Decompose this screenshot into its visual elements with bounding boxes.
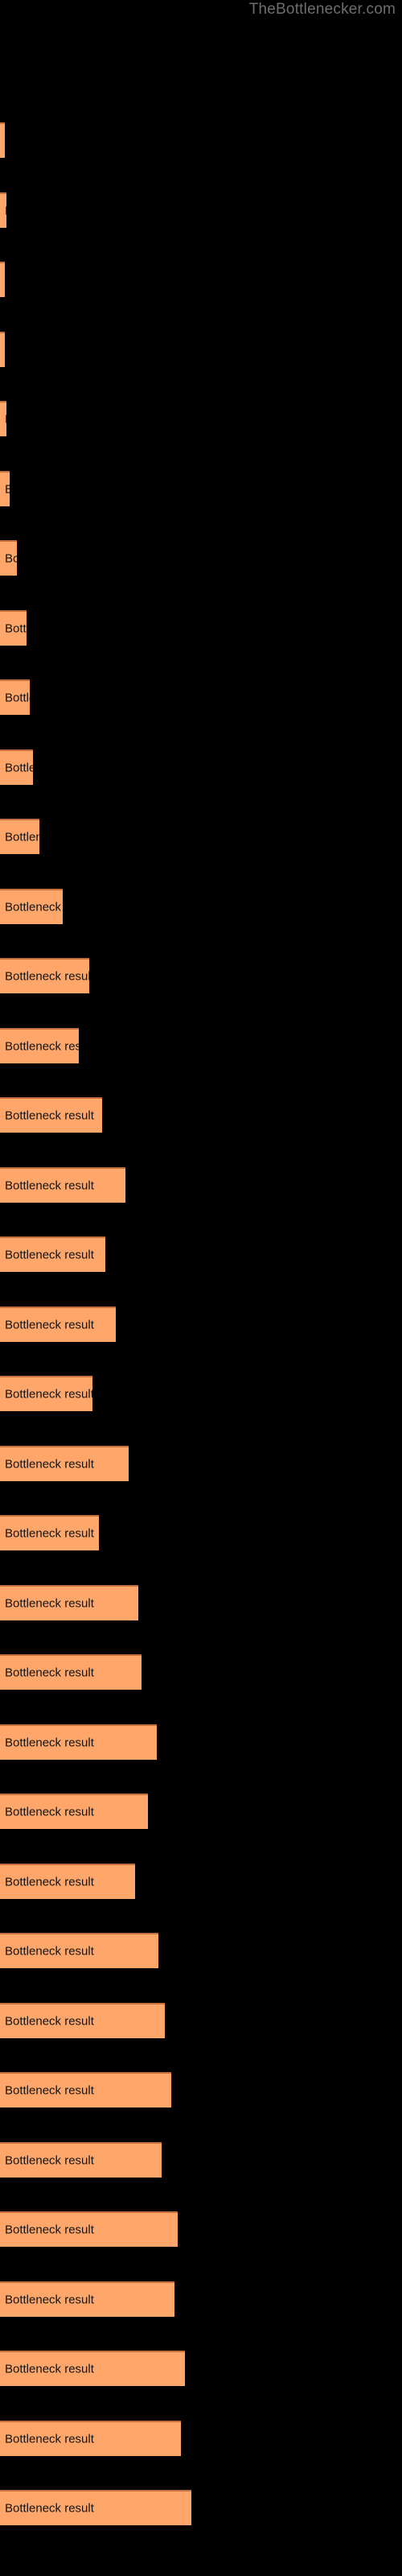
bar-label: Bottleneck result xyxy=(5,691,30,705)
bar-label: Bottleneck result xyxy=(5,1526,94,1541)
bar[interactable]: Bottleneck result xyxy=(0,2072,171,2107)
bar[interactable]: Bottleneck result xyxy=(0,1376,92,1411)
bar-label: Bottleneck result xyxy=(5,1596,94,1610)
bar-label: Bottleneck result xyxy=(5,1318,94,1331)
bar-label: Bottleneck result xyxy=(5,2293,94,2306)
bar[interactable]: Bottleneck result xyxy=(0,122,5,158)
bar-label: Bottleneck result xyxy=(5,482,10,496)
bar[interactable]: Bottleneck result xyxy=(0,470,10,506)
bar-label: Bottleneck result xyxy=(5,900,63,914)
bar[interactable]: Bottleneck result xyxy=(0,2211,178,2247)
bar-label: Bottleneck result xyxy=(5,1666,94,1680)
bar-label: Bottleneck result xyxy=(5,2501,94,2516)
bar[interactable]: Bottleneck result xyxy=(0,958,89,993)
bar-label: Bottleneck result xyxy=(5,2153,94,2167)
bar[interactable]: Bottleneck result xyxy=(0,2351,185,2386)
bar[interactable]: Bottleneck result xyxy=(0,1724,157,1760)
bar-label: Bottleneck result xyxy=(5,551,17,566)
bar[interactable]: Bottleneck result xyxy=(0,2281,174,2317)
bar-label: Bottleneck result xyxy=(5,204,6,217)
bar[interactable]: Bottleneck result xyxy=(0,609,27,646)
bar-label: Bottleneck result xyxy=(5,2083,94,2098)
bar-label: Bottleneck result xyxy=(5,413,6,427)
bar[interactable]: Bottleneck result xyxy=(0,679,30,715)
bar[interactable]: Bottleneck result xyxy=(0,1933,158,1968)
bar[interactable]: Bottleneck result xyxy=(0,1097,102,1133)
bar-label: Bottleneck result xyxy=(5,621,27,635)
bar[interactable]: Bottleneck result xyxy=(0,749,33,785)
bar[interactable]: Bottleneck result xyxy=(0,401,6,436)
bar-label: Bottleneck result xyxy=(5,2223,94,2237)
bar[interactable]: Bottleneck result xyxy=(0,192,6,228)
bar-chart: TheBottlenecker.com Bottleneck resultBot… xyxy=(0,0,402,2576)
bar[interactable]: Bottleneck result xyxy=(0,1654,142,1690)
bar-label: Bottleneck result xyxy=(5,969,89,984)
bar-label: Bottleneck result xyxy=(5,830,39,844)
bar[interactable]: Bottleneck result xyxy=(0,2490,191,2525)
bar[interactable]: Bottleneck result xyxy=(0,1863,135,1899)
bar-label: Bottleneck result xyxy=(5,2362,94,2376)
bar[interactable]: Bottleneck result xyxy=(0,2002,165,2038)
bar-label: Bottleneck result xyxy=(5,1387,92,1402)
bar[interactable]: Bottleneck result xyxy=(0,2420,181,2456)
bar-label: Bottleneck result xyxy=(5,1179,94,1192)
bar-label: Bottleneck result xyxy=(5,1457,94,1471)
bar-label: Bottleneck result xyxy=(5,1805,94,1819)
bar[interactable]: Bottleneck result xyxy=(0,1515,99,1550)
bar-label: Bottleneck result xyxy=(5,1944,94,1959)
bar-label: Bottleneck result xyxy=(5,1875,94,1889)
bar[interactable]: Bottleneck result xyxy=(0,540,17,576)
bar-label: Bottleneck result xyxy=(5,2014,94,2028)
bar-label: Bottleneck result xyxy=(5,1736,94,1749)
bar[interactable]: Bottleneck result xyxy=(0,331,5,367)
bar[interactable]: Bottleneck result xyxy=(0,1794,148,1829)
bar[interactable]: Bottleneck result xyxy=(0,262,5,297)
bar-label: Bottleneck result xyxy=(5,1248,94,1262)
bar[interactable]: Bottleneck result xyxy=(0,2141,162,2178)
bar-label: Bottleneck result xyxy=(5,2432,94,2446)
bar[interactable]: Bottleneck result xyxy=(0,1445,129,1481)
bar-label: Bottleneck result xyxy=(5,1108,94,1123)
bar-label: Bottleneck result xyxy=(5,1039,79,1053)
bar-label: Bottleneck result xyxy=(5,761,33,774)
bar[interactable]: Bottleneck result xyxy=(0,888,63,924)
bar[interactable]: Bottleneck result xyxy=(0,1584,138,1620)
bar[interactable]: Bottleneck result xyxy=(0,1027,79,1063)
bar[interactable]: Bottleneck result xyxy=(0,1236,105,1272)
bar[interactable]: Bottleneck result xyxy=(0,1166,125,1203)
bar[interactable]: Bottleneck result xyxy=(0,819,39,854)
plot-area: Bottleneck result Bottleneck result Bottle… xyxy=(0,0,402,2576)
bar[interactable]: Bottleneck result xyxy=(0,1306,116,1342)
